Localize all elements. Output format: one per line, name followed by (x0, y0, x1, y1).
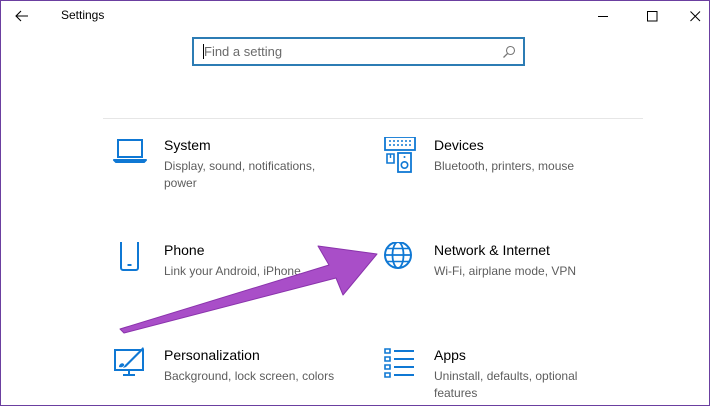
tile-description: Bluetooth, printers, mouse (434, 159, 575, 173)
devices-icon (384, 137, 416, 173)
search-icon[interactable] (502, 45, 516, 59)
back-arrow-icon (15, 10, 28, 22)
title-bar: Settings (0, 0, 710, 32)
section-divider (103, 118, 643, 119)
tile-title: Devices (434, 137, 484, 153)
tile-personalization[interactable]: Personalization Background, lock screen,… (112, 347, 362, 417)
apps-list-icon (384, 348, 414, 378)
laptop-icon (113, 139, 147, 163)
minimize-icon (597, 15, 608, 17)
tile-phone[interactable]: Phone Link your Android, iPhone (112, 242, 362, 312)
close-icon (689, 10, 700, 21)
back-button[interactable] (10, 4, 34, 28)
tile-apps[interactable]: Apps Uninstall, defaults, optional featu… (382, 347, 632, 417)
search-input[interactable] (204, 42, 494, 61)
paintbrush-icon (114, 347, 144, 376)
globe-icon (384, 242, 412, 269)
tile-title: Apps (434, 347, 466, 363)
tile-devices[interactable]: Devices Bluetooth, printers, mouse (382, 137, 632, 207)
tile-title: Personalization (164, 347, 260, 363)
tile-title: Network & Internet (434, 242, 550, 258)
tile-description: Background, lock screen, colors (164, 369, 335, 383)
search-box[interactable] (192, 37, 525, 66)
phone-icon (120, 242, 139, 271)
tile-description: Display, sound, notifications, power (164, 159, 316, 190)
maximize-icon (646, 10, 657, 21)
tile-title: Phone (164, 242, 205, 258)
tile-system[interactable]: System Display, sound, notifications, po… (112, 137, 362, 207)
tile-network-internet[interactable]: Network & Internet Wi-Fi, airplane mode,… (382, 242, 632, 312)
maximize-button[interactable] (629, 0, 675, 32)
tile-description: Wi-Fi, airplane mode, VPN (434, 264, 577, 278)
tile-title: System (164, 137, 211, 153)
window-title: Settings (61, 8, 105, 22)
close-button[interactable] (672, 0, 710, 32)
minimize-button[interactable] (580, 0, 626, 32)
tile-description: Uninstall, defaults, optional features (434, 369, 578, 400)
tile-description: Link your Android, iPhone (164, 264, 301, 278)
